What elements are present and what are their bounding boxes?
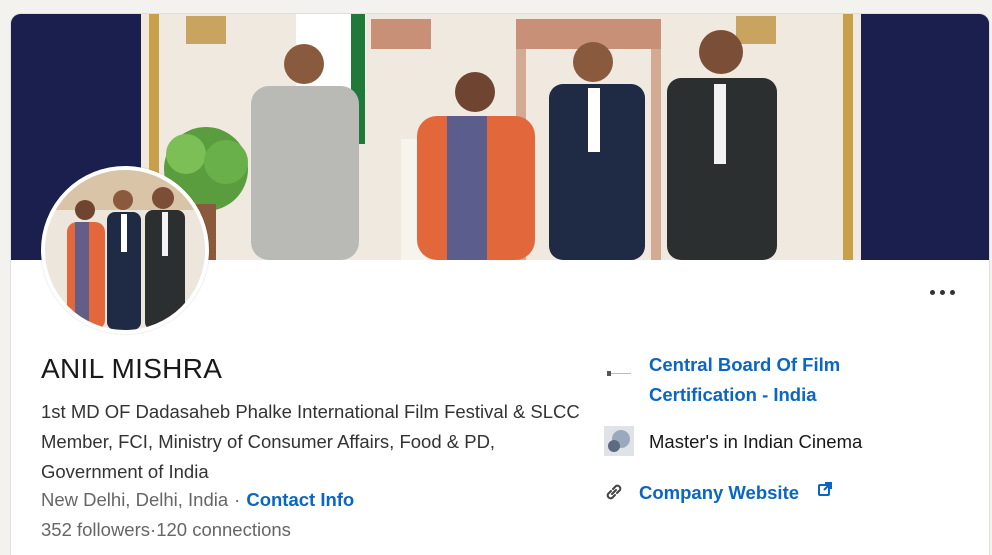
connections-count[interactable]: 120 connections xyxy=(156,519,291,540)
profile-card: ANIL MISHRA 1st MD OF Dadasaheb Phalke I… xyxy=(11,14,989,555)
profile-headline: 1st MD OF Dadasaheb Phalke International… xyxy=(41,401,580,482)
contact-info-link[interactable]: Contact Info xyxy=(246,489,354,510)
network-stats: 352 followers·120 connections xyxy=(41,519,291,541)
more-actions-button[interactable] xyxy=(926,282,960,302)
school-name[interactable]: Master's in Indian Cinema xyxy=(649,431,862,453)
location-text: New Delhi, Delhi, India xyxy=(41,489,229,510)
school-logo-icon[interactable] xyxy=(604,426,634,456)
organization-name: Central Board Of Film Certification - In… xyxy=(649,354,841,405)
followers-count[interactable]: 352 followers xyxy=(41,519,150,540)
link-chain-icon xyxy=(603,481,625,503)
profile-avatar[interactable] xyxy=(41,166,209,334)
external-link-icon[interactable] xyxy=(817,481,833,497)
profile-name: ANIL MISHRA xyxy=(41,353,223,384)
company-website-link[interactable]: Company Website xyxy=(639,482,799,504)
separator-dot: · xyxy=(234,489,241,510)
avatar-image xyxy=(45,170,205,330)
organization-logo-icon[interactable] xyxy=(605,360,633,388)
location-row: New Delhi, Delhi, India · Contact Info xyxy=(41,489,354,511)
organization-link[interactable]: Central Board Of Film Certification - In… xyxy=(649,350,879,410)
